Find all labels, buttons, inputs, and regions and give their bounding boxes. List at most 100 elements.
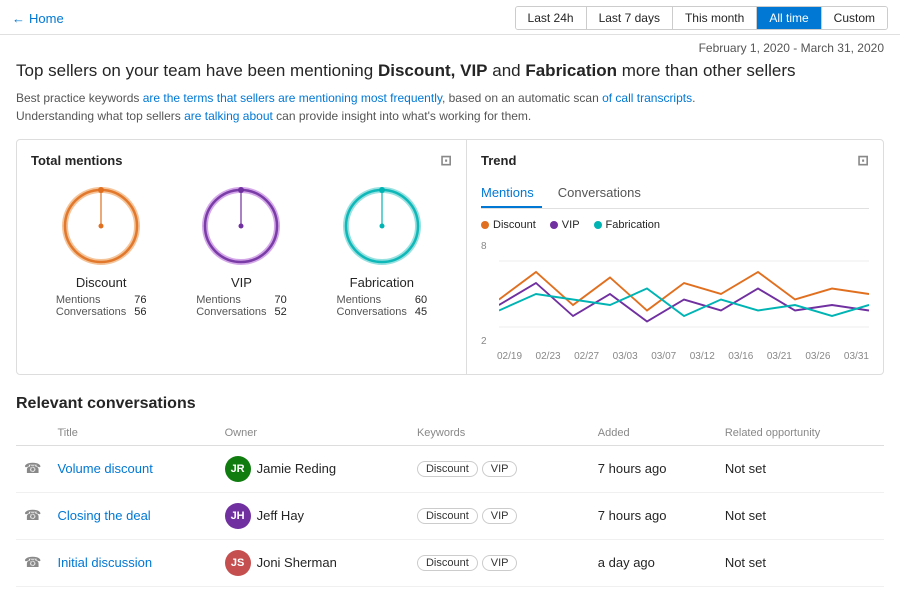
phone-icon: ☎ (24, 554, 41, 570)
fabrication-mentions-val: 60 (415, 294, 427, 306)
circle-discount: Discount Mentions 76 Conversations 56 (56, 181, 147, 318)
discount-conv-val: 56 (134, 306, 146, 318)
subtext-line2: Understanding what top sellers are talki… (16, 107, 884, 125)
keyword-tag: VIP (482, 555, 518, 571)
phone-icon-cell: ☎ (16, 539, 49, 586)
tab-conversations[interactable]: Conversations (558, 181, 649, 208)
headline-keyword3: Fabrication (525, 61, 617, 80)
y-label-2: 2 (481, 336, 487, 347)
avatar: JR (225, 456, 251, 482)
conv-keywords-cell: DiscountVIP (409, 539, 590, 586)
col-keywords: Keywords (409, 423, 590, 446)
main-content: February 1, 2020 - March 31, 2020 Top se… (0, 35, 900, 603)
legend-discount-dot (481, 221, 489, 229)
discount-mentions-val: 76 (134, 294, 146, 306)
keyword-tag: VIP (482, 508, 518, 524)
headline-part3: more than other sellers (617, 61, 796, 80)
conv-opportunity-cell: Not set (717, 539, 884, 586)
owner-name: Joni Sherman (257, 555, 337, 570)
conv-title-cell[interactable]: Initial discussion (49, 539, 216, 586)
phone-icon-cell: ☎ (16, 492, 49, 539)
col-owner: Owner (217, 423, 409, 446)
headline-part1: Top sellers on your team have been menti… (16, 61, 378, 80)
x-label-0227: 02/27 (574, 351, 599, 362)
col-opportunity: Related opportunity (717, 423, 884, 446)
conv-keywords-cell: DiscountVIP (409, 492, 590, 539)
x-label-0312: 03/12 (690, 351, 715, 362)
panels-row: Total mentions ⊡ Discount (16, 139, 884, 375)
x-label-0223: 02/23 (536, 351, 561, 362)
conversations-tbody: ☎Volume discountJRJamie RedingDiscountVI… (16, 445, 884, 586)
owner-name: Jamie Reding (257, 461, 337, 476)
conv-owner-cell: JR Jamie Reding (217, 445, 409, 492)
tab-mentions[interactable]: Mentions (481, 181, 542, 208)
fabrication-conv-label: Conversations (337, 306, 407, 318)
legend-vip-dot (550, 221, 558, 229)
headline-keywords: Discount, VIP (378, 61, 488, 80)
legend-discount: Discount (481, 219, 536, 231)
filter-custom[interactable]: Custom (822, 7, 887, 29)
filter-thismonth[interactable]: This month (673, 7, 757, 29)
y-label-8: 8 (481, 241, 487, 252)
trend-chart: 8 2 (481, 239, 869, 349)
back-arrow-icon: ← (12, 11, 25, 26)
x-label-0316: 03/16 (728, 351, 753, 362)
relevant-conversations-section: Relevant conversations Title Owner Keywo… (16, 395, 884, 587)
trend-export-icon[interactable]: ⊡ (857, 152, 869, 169)
conv-added-cell: 7 hours ago (590, 492, 717, 539)
keyword-tag: Discount (417, 461, 478, 477)
x-label-0321: 03/21 (767, 351, 792, 362)
circle-fabrication-svg (337, 181, 427, 271)
phone-icon: ☎ (24, 460, 41, 476)
conv-owner-cell: JS Joni Sherman (217, 539, 409, 586)
x-label-0303: 03/03 (613, 351, 638, 362)
col-title: Title (49, 423, 216, 446)
conv-added-cell: 7 hours ago (590, 445, 717, 492)
circle-discount-svg (56, 181, 146, 271)
keyword-tag: VIP (482, 461, 518, 477)
vip-conv-label: Conversations (196, 306, 266, 318)
y-axis-labels: 8 2 (481, 239, 487, 349)
trend-panel: Trend ⊡ Mentions Conversations Discount … (467, 140, 883, 374)
discount-mentions-label: Mentions (56, 294, 126, 306)
owner-name: Jeff Hay (257, 508, 304, 523)
circles-row: Discount Mentions 76 Conversations 56 (31, 181, 452, 318)
section-title: Relevant conversations (16, 395, 884, 413)
table-row[interactable]: ☎Closing the dealJHJeff HayDiscountVIP7 … (16, 492, 884, 539)
conv-keywords-cell: DiscountVIP (409, 445, 590, 492)
filter-alltime[interactable]: All time (757, 7, 821, 29)
vip-conv-val: 52 (275, 306, 287, 318)
top-nav: ← Home Last 24h Last 7 days This month A… (0, 0, 900, 35)
col-added: Added (590, 423, 717, 446)
phone-icon-cell: ☎ (16, 445, 49, 492)
home-label: Home (29, 11, 64, 26)
legend-vip: VIP (550, 219, 580, 231)
total-mentions-export-icon[interactable]: ⊡ (440, 152, 452, 169)
conv-title-cell[interactable]: Closing the deal (49, 492, 216, 539)
avatar: JS (225, 550, 251, 576)
subtext: Best practice keywords are the terms tha… (16, 89, 884, 125)
date-range: February 1, 2020 - March 31, 2020 (16, 35, 884, 59)
filter-last24h[interactable]: Last 24h (516, 7, 587, 29)
keyword-tag: Discount (417, 555, 478, 571)
headline: Top sellers on your team have been menti… (16, 59, 884, 83)
circle-discount-label: Discount (76, 275, 127, 290)
total-mentions-panel: Total mentions ⊡ Discount (17, 140, 467, 374)
x-label-0307: 03/07 (651, 351, 676, 362)
legend-vip-label: VIP (562, 219, 580, 231)
table-row[interactable]: ☎ Initial discussion JS Joni Sherman Discoun… (16, 539, 884, 586)
avatar: JH (225, 503, 251, 529)
trend-legend: Discount VIP Fabrication (481, 219, 869, 231)
vip-mentions-label: Mentions (196, 294, 266, 306)
total-mentions-title: Total mentions ⊡ (31, 152, 452, 169)
trend-title: Trend ⊡ (481, 152, 869, 169)
home-link[interactable]: ← Home (12, 11, 64, 26)
conv-title-cell[interactable]: Volume discount (49, 445, 216, 492)
filter-last7d[interactable]: Last 7 days (587, 7, 673, 29)
legend-discount-label: Discount (493, 219, 536, 231)
vip-mentions-val: 70 (275, 294, 287, 306)
keyword-tag: Discount (417, 508, 478, 524)
conv-added-cell: a day ago (590, 539, 717, 586)
table-row[interactable]: ☎ Volume discount JR Jamie Reding DiscountVI… (16, 445, 884, 492)
subtext-line1: Best practice keywords are the terms tha… (16, 89, 884, 107)
